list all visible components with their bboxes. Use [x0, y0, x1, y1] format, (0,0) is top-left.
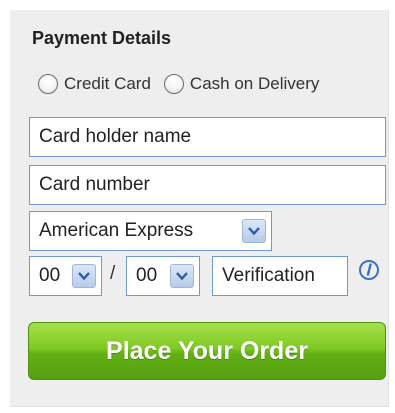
expiry-month-value: 00 [39, 265, 61, 286]
info-icon[interactable] [358, 259, 380, 281]
place-order-button[interactable]: Place Your Order [28, 322, 386, 380]
verification-text: Verification [222, 265, 315, 286]
expiry-month-select[interactable]: 00 [29, 256, 102, 296]
card-holder-name-input[interactable]: Card holder name [29, 117, 386, 157]
card-holder-name-text: Card holder name [39, 126, 192, 147]
radio-label: Cash on Delivery [189, 74, 320, 93]
payment-method-group: Credit Card Cash on Delivery [38, 74, 319, 94]
card-number-text: Card number [39, 174, 150, 195]
radio-label: Credit Card [64, 74, 151, 93]
expiry-year-value: 00 [136, 265, 158, 286]
radio-credit-card[interactable]: Credit Card [38, 74, 151, 94]
verification-input[interactable]: Verification [212, 256, 348, 296]
radio-button[interactable] [38, 74, 58, 94]
chevron-down-icon[interactable] [170, 264, 194, 288]
radio-button[interactable] [163, 74, 184, 94]
card-number-input[interactable]: Card number [29, 165, 386, 205]
expiry-year-select[interactable]: 00 [126, 256, 200, 296]
chevron-down-icon[interactable] [242, 219, 266, 243]
expiry-separator: / [110, 263, 116, 284]
form-title: Payment Details [32, 28, 172, 48]
radio-cash-on-delivery[interactable]: Cash on Delivery [163, 74, 320, 94]
card-type-value: American Express [39, 220, 194, 241]
chevron-down-icon[interactable] [72, 264, 96, 288]
card-type-select[interactable]: American Express [29, 211, 272, 251]
